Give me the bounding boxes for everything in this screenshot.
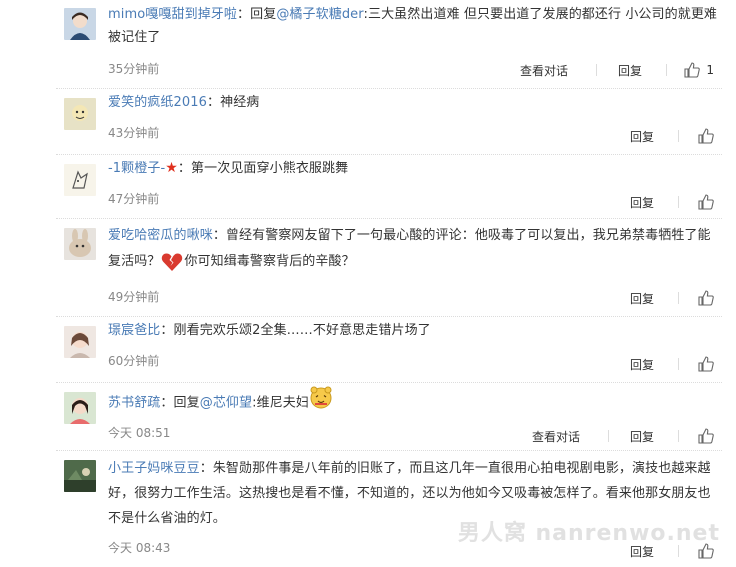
reply-link[interactable]: 回复 xyxy=(630,128,654,145)
comment-text: -1颗橙子-★：第一次见面穿小熊衣服跳舞 xyxy=(108,160,349,176)
like-button[interactable] xyxy=(698,128,714,144)
view-conversation-link[interactable]: 查看对话 xyxy=(532,428,580,445)
avatar[interactable] xyxy=(64,228,96,260)
like-button[interactable] xyxy=(698,428,714,444)
comment-item: 小王子妈咪豆豆：朱智勋那件事是八年前的旧账了，而且这几年一直很用心拍电视剧电影，… xyxy=(0,450,736,567)
divider xyxy=(678,196,679,208)
comment-username[interactable]: 苏书舒疏 xyxy=(108,396,160,411)
divider xyxy=(608,430,609,442)
avatar[interactable] xyxy=(64,392,96,424)
comment-time: 49分钟前 xyxy=(108,290,160,304)
divider xyxy=(666,64,667,76)
avatar[interactable] xyxy=(64,326,96,358)
avatar[interactable] xyxy=(64,460,96,492)
comment-username[interactable]: 小王子妈咪豆豆 xyxy=(108,461,200,476)
reply-link[interactable]: 回复 xyxy=(630,428,654,445)
comment-list: mimo嘎嘎甜到掉牙啦：回复@橘子软糖der:三大虽然出道难 但只要出道了发展的… xyxy=(0,0,736,567)
like-button[interactable] xyxy=(698,356,714,372)
like-button[interactable] xyxy=(698,194,714,210)
avatar[interactable] xyxy=(64,98,96,130)
broken-heart-icon xyxy=(160,250,184,274)
comment-item: 璟宸爸比：刚看完欢乐颂2全集……不好意思走错片场了 60分钟前 回复 xyxy=(0,316,736,382)
reply-link[interactable]: 回复 xyxy=(630,194,654,211)
comment-time: 今天 08:51 xyxy=(108,426,171,440)
thumbs-up-icon xyxy=(698,356,714,372)
comment-item: 苏书舒疏：回复@芯仰望:维尼夫妇 今天 08:51 查看对话 回复 xyxy=(0,382,736,448)
comment-username[interactable]: mimo嘎嘎甜到掉牙啦 xyxy=(108,7,237,22)
reply-link[interactable]: 回复 xyxy=(630,356,654,373)
comment-username[interactable]: 爱吃哈密瓜的啾咪 xyxy=(108,228,213,243)
like-button[interactable] xyxy=(698,290,714,306)
comment-username[interactable]: -1颗橙子- xyxy=(108,161,165,176)
comment-time: 35分钟前 xyxy=(108,62,160,76)
comment-text: 苏书舒疏：回复@芯仰望:维尼夫妇 xyxy=(108,386,722,415)
divider xyxy=(678,430,679,442)
comment-time: 47分钟前 xyxy=(108,192,160,206)
view-conversation-link[interactable]: 查看对话 xyxy=(520,62,568,79)
comment-text: 爱吃哈密瓜的啾咪：曾经有警察网友留下了一句最心酸的评论：他吸毒了可以复出，我兄弟… xyxy=(108,223,722,275)
thumbs-up-icon xyxy=(684,62,701,78)
like-button[interactable]: 1 xyxy=(684,62,714,78)
comment-item: mimo嘎嘎甜到掉牙啦：回复@橘子软糖der:三大虽然出道难 但只要出道了发展的… xyxy=(0,0,736,88)
like-count: 1 xyxy=(706,63,714,77)
reply-link[interactable]: 回复 xyxy=(630,290,654,307)
watermark: 男人窝 nanrenwo.net xyxy=(457,521,720,546)
comment-text: 璟宸爸比：刚看完欢乐颂2全集……不好意思走错片场了 xyxy=(108,323,431,338)
comment-username[interactable]: 爱笑的疯纸2016 xyxy=(108,95,207,110)
thumbs-up-icon xyxy=(698,128,714,144)
thumbs-up-icon xyxy=(698,194,714,210)
divider xyxy=(678,292,679,304)
mention-link[interactable]: @芯仰望 xyxy=(200,396,252,411)
reply-link[interactable]: 回复 xyxy=(618,62,642,79)
divider xyxy=(678,358,679,370)
divider xyxy=(678,130,679,142)
comment-time: 今天 08:43 xyxy=(108,541,171,555)
comment-time: 43分钟前 xyxy=(108,126,160,140)
thumbs-up-icon xyxy=(698,428,714,444)
divider xyxy=(596,64,597,76)
thumbs-up-icon xyxy=(698,290,714,306)
comment-item: 爱吃哈密瓜的啾咪：曾经有警察网友留下了一句最心酸的评论：他吸毒了可以复出，我兄弟… xyxy=(0,218,736,314)
avatar[interactable] xyxy=(64,8,96,40)
red-star-icon: ★ xyxy=(165,160,178,176)
bear-emoji-icon xyxy=(309,385,333,409)
comment-item: 爱笑的疯纸2016：神经病 43分钟前 回复 xyxy=(0,88,736,154)
comment-time: 60分钟前 xyxy=(108,354,160,368)
comment-text: mimo嘎嘎甜到掉牙啦：回复@橘子软糖der:三大虽然出道难 但只要出道了发展的… xyxy=(108,7,718,45)
comment-item: -1颗橙子-★：第一次见面穿小熊衣服跳舞 47分钟前 回复 xyxy=(0,154,736,218)
comment-text: 爱笑的疯纸2016：神经病 xyxy=(108,95,260,110)
mention-link[interactable]: @橘子软糖der xyxy=(276,7,363,22)
comment-username[interactable]: 璟宸爸比 xyxy=(108,323,160,338)
avatar[interactable] xyxy=(64,164,96,196)
